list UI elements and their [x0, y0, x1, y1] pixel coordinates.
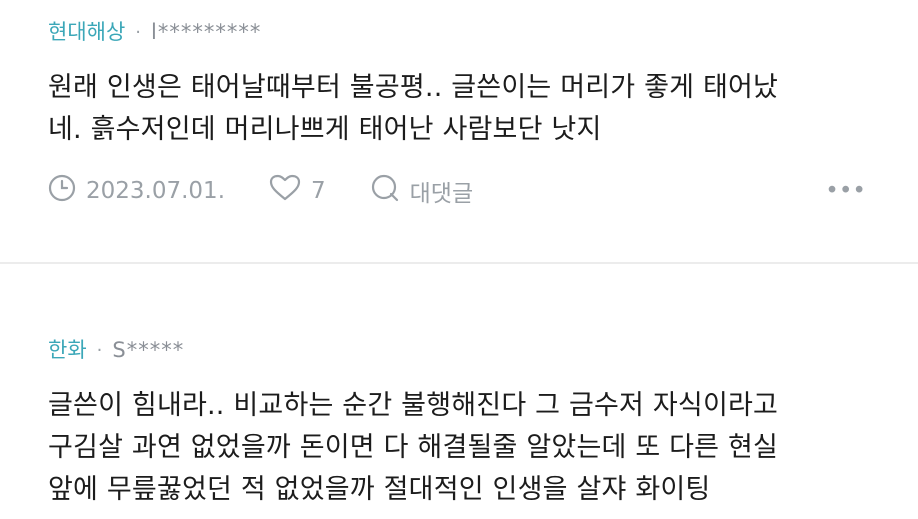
comment-line: 앞에 무릎꿇었던 적 없었을까 절대적인 인생을 살쟈 화이팅 — [48, 474, 711, 505]
more-options-icon[interactable]: ••• — [825, 178, 866, 204]
comment-body: 원래 인생은 태어날때부터 불공평.. 글쓴이는 머리가 좋게 태어났 네. 흙… — [48, 67, 870, 151]
date-text: 2023.07.01. — [86, 178, 225, 204]
comment-footer: 2023.07.01. 7 대댓글 ••• — [48, 173, 870, 209]
comment-meta: 한화 · S***** — [48, 340, 870, 361]
reply-button[interactable]: 대댓글 — [370, 173, 473, 209]
meta-separator: · — [135, 21, 142, 43]
company-name[interactable]: 한화 — [48, 340, 87, 361]
user-id: l********* — [151, 20, 262, 44]
heart-icon — [269, 174, 311, 208]
reply-label: 대댓글 — [409, 181, 474, 207]
speech-bubble-icon — [370, 173, 410, 209]
comment-line: 구김살 과연 없었을까 돈이면 다 해결될줄 알았는데 또 다른 현실 — [48, 432, 779, 463]
comment-meta: 현대해상 · l********* — [48, 22, 870, 43]
comment-line: 원래 인생은 태어날때부터 불공평.. 글쓴이는 머리가 좋게 태어났 — [48, 72, 779, 103]
meta-separator: · — [96, 339, 103, 361]
comment-card: 한화 · S***** 글쓴이 힘내라.. 비교하는 순간 불행해진다 그 금수… — [0, 264, 918, 511]
comment-line: 네. 흙수저인데 머리나쁘게 태어난 사람보단 낫지 — [48, 114, 602, 145]
user-id: S***** — [112, 338, 185, 362]
like-button[interactable]: 7 — [269, 174, 326, 208]
comment-body: 글쓴이 힘내라.. 비교하는 순간 불행해진다 그 금수저 자식이라고 구김살 … — [48, 385, 870, 511]
company-name[interactable]: 현대해상 — [48, 22, 125, 43]
comment-line: 글쓴이 힘내라.. 비교하는 순간 불행해진다 그 금수저 자식이라고 — [48, 390, 779, 421]
clock-icon — [48, 174, 86, 208]
like-count: 7 — [311, 178, 326, 204]
timestamp: 2023.07.01. — [48, 174, 225, 208]
comment-card: 현대해상 · l********* 원래 인생은 태어날때부터 불공평.. 글쓴… — [0, 0, 918, 262]
